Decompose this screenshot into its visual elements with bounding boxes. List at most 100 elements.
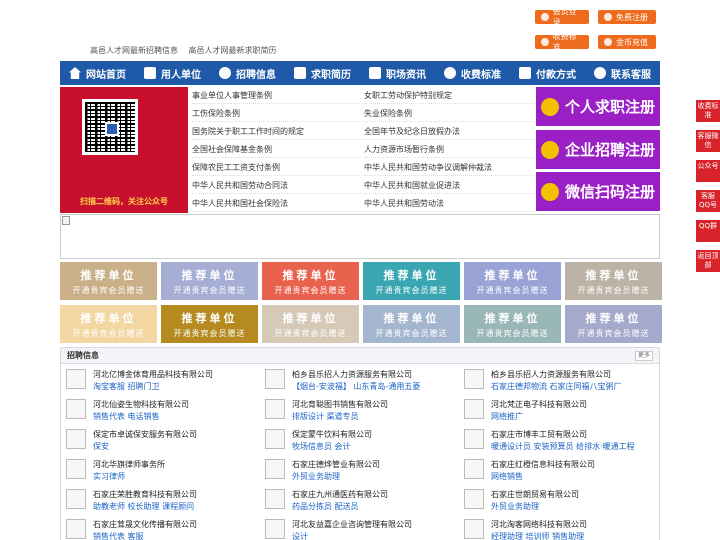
side-float-item[interactable]: 返回顶部 <box>696 250 720 272</box>
company-link[interactable]: 石家庄世朗贸易有限公司 <box>491 489 579 500</box>
company-logo-icon[interactable] <box>464 519 484 539</box>
wechat-register-button[interactable]: 微信扫码注册 <box>536 172 660 211</box>
company-link[interactable]: 河北育聪图书销售有限公司 <box>292 399 388 410</box>
position-links[interactable]: 牧场信息员 会计 <box>292 441 351 452</box>
company-link[interactable]: 石家庄市博丰工贸有限公司 <box>491 429 587 440</box>
company-link[interactable]: 柏乡县乐招人力资源服务有限公司 <box>292 369 412 380</box>
recommend-slot[interactable]: 推荐单位 开通贵宾会员赠送 <box>161 262 258 300</box>
recommend-slot[interactable]: 推荐单位 开通贵宾会员赠送 <box>565 305 662 343</box>
nav-resumes[interactable]: 求职简历 <box>285 61 360 85</box>
company-logo-icon[interactable] <box>265 459 285 479</box>
company-logo-icon[interactable] <box>66 459 86 479</box>
recommend-slot[interactable]: 推荐单位 开通贵宾会员赠送 <box>363 262 460 300</box>
recommend-slot[interactable]: 推荐单位 开通贵宾会员赠送 <box>464 262 561 300</box>
company-logo-icon[interactable] <box>464 429 484 449</box>
position-links[interactable]: 保安 <box>93 441 109 452</box>
company-link[interactable]: 河北华旗律师事务所 <box>93 459 165 470</box>
company-link[interactable]: 石家庄茸晟文化传播有限公司 <box>93 519 197 530</box>
side-float-item[interactable]: 收费标准 <box>696 100 720 122</box>
fee-standard-button[interactable]: 收费标准 <box>535 32 589 52</box>
recommend-slot[interactable]: 推荐单位 开通贵宾会员赠送 <box>161 305 258 343</box>
free-register-button[interactable]: 免费注册 <box>598 10 656 24</box>
company-logo-icon[interactable] <box>66 489 86 509</box>
recommend-slot[interactable]: 推荐单位 开通贵宾会员赠送 <box>363 305 460 343</box>
company-logo-icon[interactable] <box>265 489 285 509</box>
nav-jobs[interactable]: 招聘信息 <box>210 61 285 85</box>
recommend-slot[interactable]: 推荐单位 开通贵宾会员赠送 <box>464 305 561 343</box>
company-logo-icon[interactable] <box>66 369 86 389</box>
company-logo-icon[interactable] <box>464 369 484 389</box>
position-links[interactable]: 助教老师 校长助理 课程顾问 <box>93 501 194 512</box>
nav-home[interactable]: 网站首页 <box>60 61 135 85</box>
law-link[interactable]: 国务院关于职工工作时间的规定 <box>192 123 362 140</box>
position-links[interactable]: 经理助理 培训师 销售助理 <box>491 531 584 540</box>
position-links[interactable]: 网络推广 <box>491 411 523 422</box>
company-link[interactable]: 河北淘客网络科技有限公司 <box>491 519 587 530</box>
company-logo-icon[interactable] <box>265 519 285 539</box>
employer-register-button[interactable]: 企业招聘注册 <box>536 130 660 169</box>
company-link[interactable]: 河北亿博金体育用品科技有限公司 <box>93 369 213 380</box>
recommend-slot[interactable]: 推荐单位 开通贵宾会员赠送 <box>60 262 157 300</box>
recommend-slot[interactable]: 推荐单位 开通贵宾会员赠送 <box>262 262 359 300</box>
company-link[interactable]: 保定蒙牛饮料有限公司 <box>292 429 372 440</box>
law-link[interactable]: 中华人民共和国社会保险法 <box>192 195 362 212</box>
side-float-item[interactable]: 客服QQ号 <box>696 190 720 212</box>
company-link[interactable]: 保定市卓诚保安服务有限公司 <box>93 429 197 440</box>
company-link[interactable]: 石家庄德烨管业有限公司 <box>292 459 380 470</box>
law-link[interactable]: 中华人民共和国就业促进法 <box>364 177 534 194</box>
position-links[interactable]: 外贸业务助理 <box>292 471 340 482</box>
ad-banner[interactable] <box>60 214 660 259</box>
recommend-slot[interactable]: 推荐单位 开通贵宾会员赠送 <box>565 262 662 300</box>
position-links[interactable]: 外贸业务助理 <box>491 501 539 512</box>
side-float-item[interactable]: 客服微信 <box>696 130 720 152</box>
jobseeker-register-button[interactable]: 个人求职注册 <box>536 87 660 126</box>
nav-fees[interactable]: 收费标准 <box>435 61 510 85</box>
company-link[interactable]: 石家庄荣胜教育科技有限公司 <box>93 489 197 500</box>
coin-recharge-button[interactable]: 金币充值 <box>598 35 656 49</box>
law-link[interactable]: 中华人民共和国劳动合同法 <box>192 177 362 194</box>
law-link[interactable]: 工伤保险条例 <box>192 105 362 122</box>
member-login-button[interactable]: 会员登录 <box>535 7 589 27</box>
company-link[interactable]: 石家庄红橙信息科技有限公司 <box>491 459 595 470</box>
company-logo-icon[interactable] <box>464 399 484 419</box>
nav-employers[interactable]: 用人单位 <box>135 61 210 85</box>
position-links[interactable]: 药品分拣员 配送员 <box>292 501 359 512</box>
side-float-item[interactable]: 公众号 <box>696 160 720 182</box>
position-links[interactable]: 淘宝客服 招聘门卫 <box>93 381 160 392</box>
latest-resumes-link[interactable]: 高邑人才网最新求职简历 <box>189 46 277 55</box>
law-link[interactable]: 事业单位人事管理条例 <box>192 87 362 104</box>
position-links[interactable]: 销售代表 电话销售 <box>93 411 160 422</box>
nav-payment[interactable]: 付款方式 <box>510 61 585 85</box>
company-logo-icon[interactable] <box>265 369 285 389</box>
nav-contact[interactable]: 联系客服 <box>585 61 660 85</box>
latest-jobs-link[interactable]: 高邑人才网最新招聘信息 <box>90 46 178 55</box>
recommend-slot[interactable]: 推荐单位 开通贵宾会员赠送 <box>262 305 359 343</box>
company-logo-icon[interactable] <box>265 399 285 419</box>
position-links[interactable]: 石家庄德邦物流 石家庄同福八宝粥厂 <box>491 381 622 392</box>
company-link[interactable]: 河北梵正电子科技有限公司 <box>491 399 587 410</box>
position-links[interactable]: 网络销售 <box>491 471 523 482</box>
company-logo-icon[interactable] <box>464 459 484 479</box>
more-link[interactable]: 更多 <box>634 351 653 361</box>
company-link[interactable]: 石家庄九州通医药有限公司 <box>292 489 388 500</box>
law-link[interactable]: 失业保险条例 <box>364 105 534 122</box>
law-link[interactable]: 全国年节及纪念日放假办法 <box>364 123 534 140</box>
company-link[interactable]: 柏乡县乐招人力资源服务有限公司 <box>491 369 611 380</box>
company-link[interactable]: 河北友益嘉企业咨询管理有限公司 <box>292 519 412 530</box>
law-link[interactable]: 女职工劳动保护特别规定 <box>364 87 534 104</box>
law-link[interactable]: 全国社会保障基金条例 <box>192 141 362 158</box>
company-logo-icon[interactable] <box>66 429 86 449</box>
position-links[interactable]: 设计 <box>292 531 308 540</box>
position-links[interactable]: 暖通设计员 安装预算员 给排水·暖通工程 <box>491 441 635 452</box>
position-links[interactable]: 排版设计 渠道专员 <box>292 411 359 422</box>
company-logo-icon[interactable] <box>66 399 86 419</box>
recommend-slot[interactable]: 推荐单位 开通贵宾会员赠送 <box>60 305 157 343</box>
law-link[interactable]: 中华人民共和国劳动争议调解仲裁法 <box>364 159 534 176</box>
law-link[interactable]: 人力资源市场暂行条例 <box>364 141 534 158</box>
position-links[interactable]: 【烟台-安波福】 山东青岛-通用五菱 <box>292 381 420 392</box>
company-logo-icon[interactable] <box>66 519 86 539</box>
company-logo-icon[interactable] <box>464 489 484 509</box>
company-logo-icon[interactable] <box>265 429 285 449</box>
nav-news[interactable]: 职场资讯 <box>360 61 435 85</box>
position-links[interactable]: 销售代表 客服 <box>93 531 144 540</box>
